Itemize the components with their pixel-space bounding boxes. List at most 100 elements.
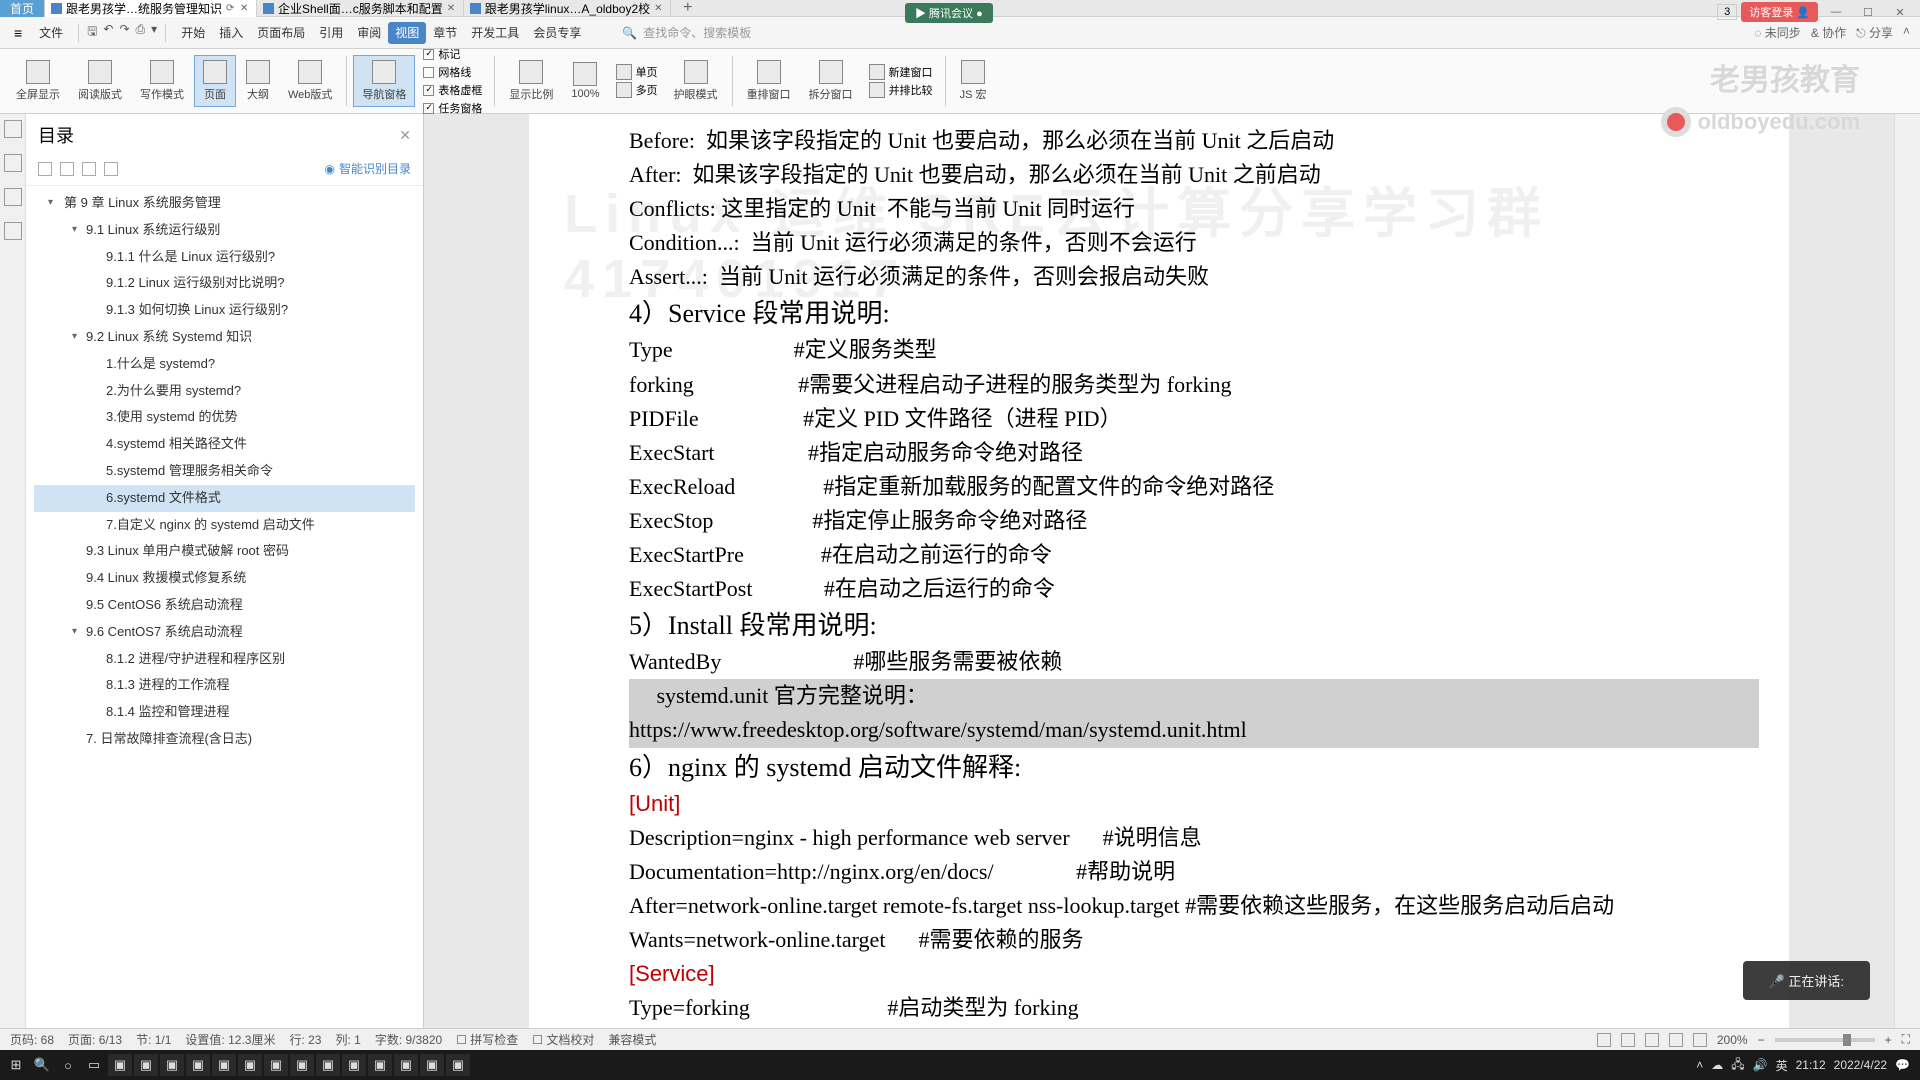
search-panel-icon[interactable] (4, 222, 22, 240)
check-网格线[interactable]: 网格线 (423, 64, 482, 80)
save-icon[interactable]: 🖫 (87, 22, 97, 43)
tree-item[interactable]: 2.为什么要用 systemd? (34, 378, 415, 405)
app-icon[interactable]: ▣ (238, 1054, 262, 1076)
collapse-icon[interactable] (60, 162, 74, 176)
tree-item[interactable]: 9.5 CentOS6 系统启动流程 (34, 592, 415, 619)
tree-item[interactable]: ▾9.1 Linux 系统运行级别 (34, 217, 415, 244)
layout-print-icon[interactable] (1621, 1033, 1635, 1047)
check-表格虚框[interactable]: 表格虚框 (423, 82, 482, 98)
app-icon[interactable]: ▣ (160, 1054, 184, 1076)
tray-icon[interactable]: ˄ (1696, 1058, 1703, 1072)
tree-item[interactable]: 3.使用 systemd 的优势 (34, 404, 415, 431)
status-item[interactable]: ☐ 文档校对 (532, 1031, 594, 1048)
menu-search[interactable]: 🔍 查找命令、搜索模板 (622, 24, 751, 41)
app-icon[interactable]: ▣ (342, 1054, 366, 1076)
print-icon[interactable]: ⎙ (136, 22, 146, 43)
meeting-badge[interactable]: ▶ 腾讯会议 ● (905, 3, 993, 23)
nav-pane-button[interactable]: 导航窗格 (353, 55, 415, 107)
tree-item[interactable]: 7.自定义 nginx 的 systemd 启动文件 (34, 512, 415, 539)
window-minimize[interactable]: — (1822, 6, 1850, 18)
layout-read-icon[interactable] (1693, 1033, 1707, 1047)
collapse-ribbon-icon[interactable]: ˄ (1903, 24, 1910, 41)
status-item[interactable]: ☐ 拼写检查 (456, 1031, 518, 1048)
page-单页[interactable]: 单页 (616, 64, 658, 80)
status-item[interactable]: 列: 1 (335, 1031, 360, 1048)
status-item[interactable]: 页面: 6/13 (68, 1031, 122, 1048)
app-icon[interactable]: ▣ (420, 1054, 444, 1076)
tree-item[interactable]: 9.1.3 如何切换 Linux 运行级别? (34, 297, 415, 324)
app-icon[interactable]: ▣ (108, 1054, 132, 1076)
status-item[interactable]: 页码: 68 (10, 1031, 54, 1048)
zoom-value[interactable]: 200% (1717, 1033, 1748, 1047)
app-icon[interactable]: ▣ (264, 1054, 288, 1076)
status-item[interactable]: 节: 1/1 (136, 1031, 171, 1048)
taskview-icon[interactable]: ▭ (82, 1054, 106, 1076)
tree-item[interactable]: 5.systemd 管理服务相关命令 (34, 458, 415, 485)
tab-close-icon[interactable]: ⟳ (226, 3, 236, 14)
tab-add[interactable]: + (671, 0, 704, 17)
search-icon[interactable]: 🔍 (30, 1054, 54, 1076)
outline-tree[interactable]: ▾第 9 章 Linux 系统服务管理▾9.1 Linux 系统运行级别9.1.… (26, 186, 423, 1028)
eye-icon[interactable] (1597, 1033, 1611, 1047)
menu-开发工具[interactable]: 开发工具 (464, 22, 526, 44)
menu-right-item[interactable]: ◌ 未同步 (1754, 24, 1800, 41)
app-icon[interactable]: ▣ (186, 1054, 210, 1076)
level-icon[interactable] (82, 162, 96, 176)
view-大纲[interactable]: 大纲 (238, 56, 278, 106)
view-全屏显示[interactable]: 全屏显示 (8, 56, 68, 106)
app-icon[interactable]: ▣ (368, 1054, 392, 1076)
app-icon[interactable]: ▣ (394, 1054, 418, 1076)
tab-close-icon[interactable]: ✕ (654, 3, 664, 14)
menu-right-item[interactable]: & 协作 (1811, 24, 1846, 41)
menu-right-item[interactable]: ⎋ 分享 (1856, 24, 1893, 41)
refresh-icon[interactable] (104, 162, 118, 176)
check-标记[interactable]: 标记 (423, 46, 482, 62)
tab-doc-2[interactable]: 企业Shell面…c服务脚本和配置 ✕ (257, 0, 464, 17)
tab-doc-1[interactable]: 跟老男孩学…统服务管理知识 ⟳ ✕ (45, 0, 257, 17)
view-阅读版式[interactable]: 阅读版式 (70, 56, 130, 106)
app-icon[interactable]: ▣ (290, 1054, 314, 1076)
layout-outline-icon[interactable] (1669, 1033, 1683, 1047)
menu-章节[interactable]: 章节 (426, 22, 464, 44)
tree-item[interactable]: 1.什么是 systemd? (34, 351, 415, 378)
zoom-out[interactable]: − (1758, 1033, 1765, 1047)
zoom-100%[interactable]: 100% (563, 58, 607, 104)
tree-item[interactable]: 8.1.4 监控和管理进程 (34, 699, 415, 726)
menu-开始[interactable]: 开始 (174, 22, 212, 44)
app-icon[interactable]: ▣ (316, 1054, 340, 1076)
win-拆分窗口[interactable]: 拆分窗口 (801, 56, 861, 106)
window-close[interactable]: ✕ (1886, 6, 1914, 19)
win-新建窗口[interactable]: 新建窗口 (869, 64, 933, 80)
tab-home[interactable]: 首页 (0, 0, 45, 17)
win-重排窗口[interactable]: 重排窗口 (739, 56, 799, 106)
view-Web版式[interactable]: Web版式 (280, 56, 340, 106)
status-item[interactable]: 行: 23 (289, 1031, 321, 1048)
view-页面[interactable]: 页面 (194, 55, 236, 107)
view-写作模式[interactable]: 写作模式 (132, 56, 192, 106)
start-icon[interactable]: ⊞ (4, 1054, 28, 1076)
tray-notifications-icon[interactable]: 💬 (1895, 1058, 1910, 1072)
app-icon[interactable]: ▣ (134, 1054, 158, 1076)
zoom-slider[interactable] (1775, 1038, 1875, 1042)
status-item[interactable]: 设置值: 12.3厘米 (185, 1031, 275, 1048)
status-item[interactable]: 字数: 9/3820 (375, 1031, 442, 1048)
menu-插入[interactable]: 插入 (212, 22, 250, 44)
login-badge[interactable]: 访客登录 👤 (1741, 2, 1818, 22)
cortana-icon[interactable]: ○ (56, 1054, 80, 1076)
clipboard-icon[interactable] (4, 154, 22, 172)
tree-item[interactable]: 4.systemd 相关路径文件 (34, 431, 415, 458)
redo-icon[interactable]: ↷ (119, 22, 129, 43)
win-并排比较[interactable]: 并排比较 (869, 82, 933, 98)
app-icon[interactable]: ▣ (446, 1054, 470, 1076)
tab-close-icon[interactable]: ✕ (240, 3, 250, 14)
tree-item[interactable]: 8.1.2 进程/守护进程和程序区别 (34, 646, 415, 673)
expand-icon[interactable] (38, 162, 52, 176)
tray-ime[interactable]: 英 (1776, 1057, 1788, 1074)
preview-icon[interactable]: ▾ (151, 22, 157, 43)
close-icon[interactable]: ✕ (399, 127, 411, 144)
tray-date[interactable]: 2022/4/22 (1834, 1058, 1887, 1072)
menu-视图[interactable]: 视图 (388, 22, 426, 44)
menu-file[interactable]: 文件 (32, 20, 70, 45)
tree-item[interactable]: ▾9.6 CentOS7 系统启动流程 (34, 619, 415, 646)
layout-web-icon[interactable] (1645, 1033, 1659, 1047)
